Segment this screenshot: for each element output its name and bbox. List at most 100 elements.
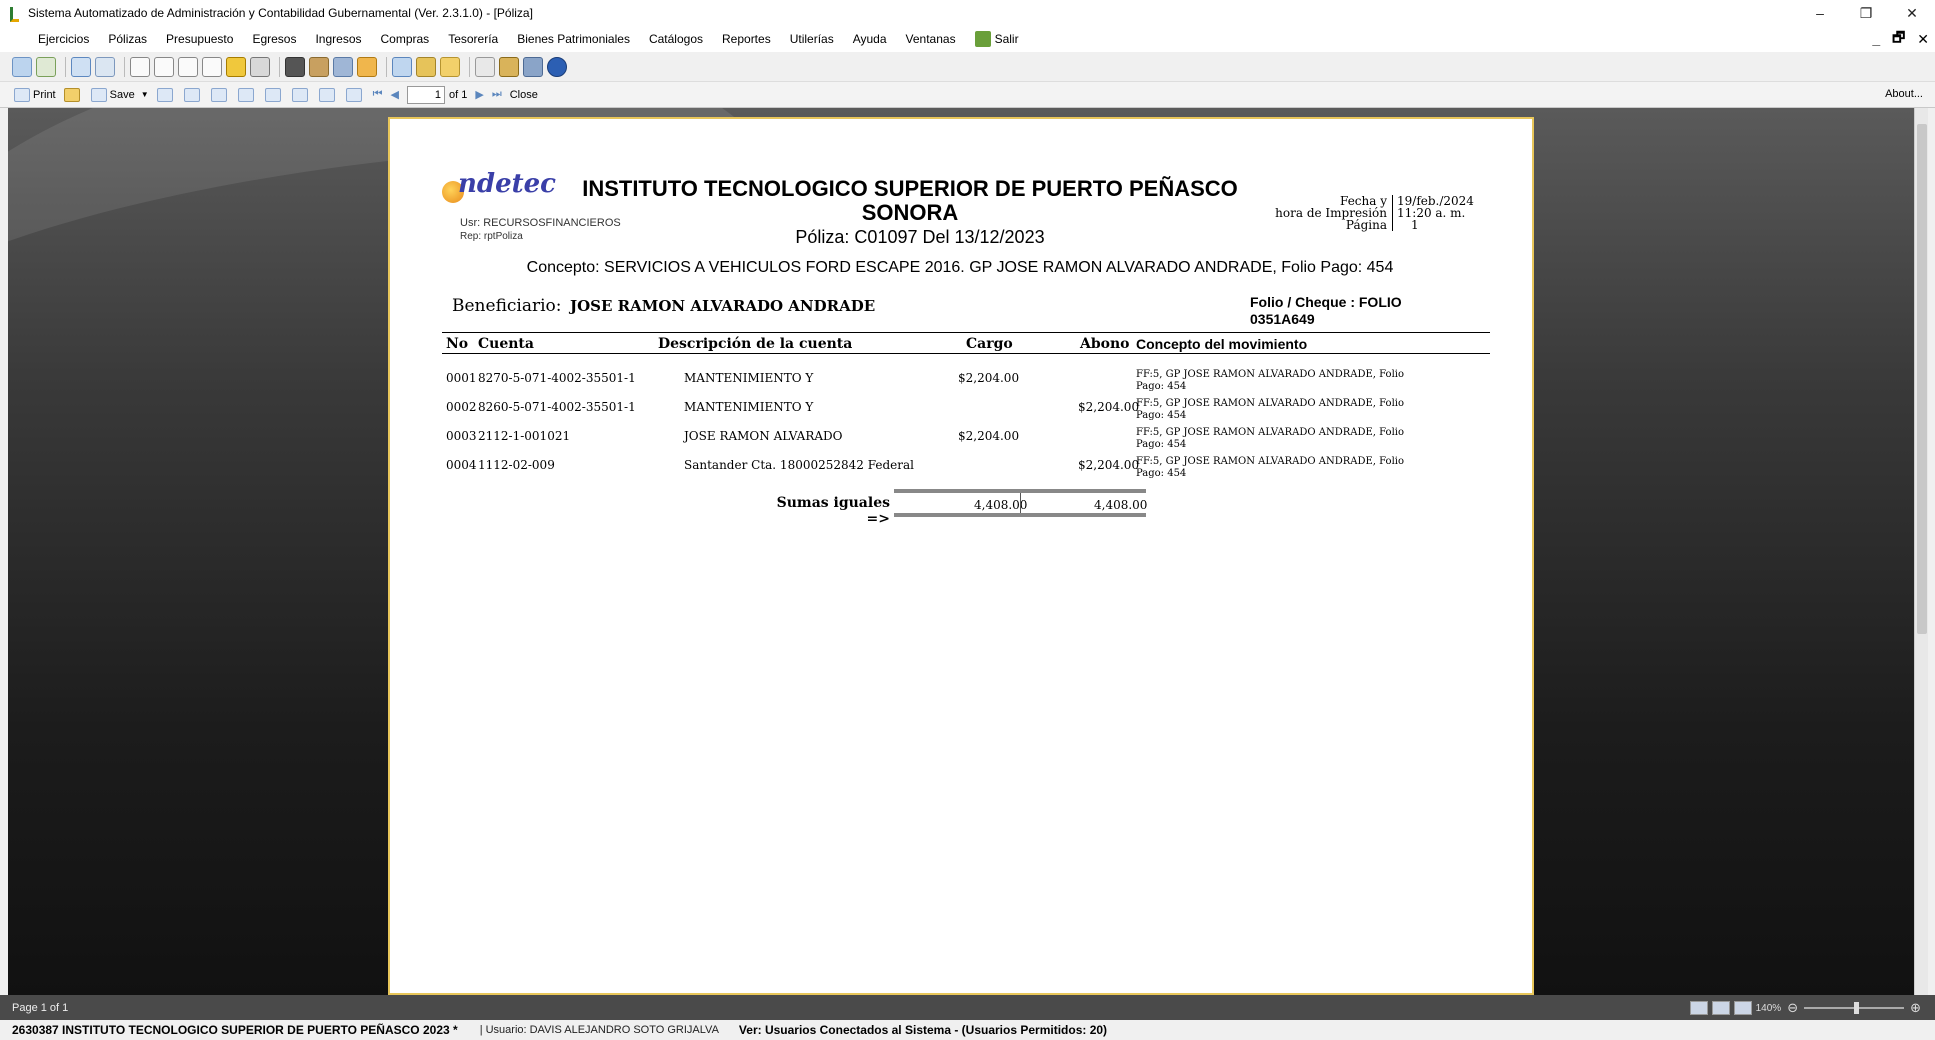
e-icon[interactable] [178,56,198,77]
row-abono: $2,204.00 [1078,400,1140,414]
printer-icon[interactable] [250,56,270,77]
box-icon[interactable] [357,56,377,77]
row-descripcion: Santander Cta. 18000252842 Federal [684,458,915,472]
connected-users-link[interactable]: Ver: Usuarios Conectados al Sistema - (U… [739,1023,1107,1037]
mdi-close-button[interactable]: ✕ [1917,31,1929,48]
row-cuenta: 8270-5-071-4002-35501-1 [478,371,636,385]
grid-icon[interactable] [71,56,91,77]
folio-line1: Folio / Cheque : FOLIO [1250,294,1402,310]
row-descripcion: JOSE RAMON ALVARADO [684,429,843,443]
scrollbar-thumb[interactable] [1917,124,1927,634]
app-menu-icon[interactable] [14,32,28,46]
minimize-button[interactable]: – [1797,0,1843,26]
folio-cheque: Folio / Cheque : FOLIO 0351A649 [1250,294,1450,328]
menu-ejercicios[interactable]: Ejercicios [38,32,89,46]
edit-button[interactable] [264,87,284,102]
menu-ventanas[interactable]: Ventanas [906,32,956,46]
chart-icon[interactable] [416,56,436,77]
row-cargo: $2,204.00 [958,371,1020,385]
save-label: Save [109,88,135,101]
col-cuenta: Cuenta [478,336,534,352]
map-icon[interactable] [440,56,460,77]
edit-icon[interactable] [309,56,329,77]
pe-icon[interactable] [226,56,246,77]
row-no: 0001 [446,371,477,385]
document-add-icon[interactable] [36,56,56,77]
menu-bienes-patrimoniales[interactable]: Bienes Patrimoniales [517,32,630,46]
print-button[interactable]: Print [14,87,56,102]
close-report-button[interactable]: Close [510,89,538,101]
menu-reportes[interactable]: Reportes [722,32,771,46]
two-page-icon[interactable] [1711,1001,1730,1015]
mail-icon [156,87,173,102]
layout-button[interactable] [210,87,230,102]
first-page-button[interactable]: ⏮ [373,88,383,101]
sumas-iguales-label: Sumas iguales => [776,495,890,527]
mdi-restore-button[interactable]: 🗗 [1892,27,1905,51]
single-page-icon[interactable] [1689,1001,1708,1015]
list-icon[interactable] [392,56,412,77]
fit-page-icon [318,87,335,102]
printer-icon [14,87,30,102]
about-link[interactable]: About... [1885,88,1923,100]
calculator-icon[interactable] [523,56,543,77]
zoom-button[interactable] [237,87,257,102]
zoom-slider[interactable] [1804,1002,1905,1014]
row-no: 0004 [446,458,477,472]
folio-line2: 0351A649 [1250,311,1315,327]
main-toolbar [0,52,1935,82]
menu-polizas[interactable]: Pólizas [108,32,147,46]
tree-icon[interactable] [475,56,495,77]
email-button[interactable] [156,87,176,102]
page-number-input[interactable]: 1 [407,85,445,104]
multi-page-icon[interactable] [1733,1001,1752,1015]
open-button[interactable] [63,87,83,102]
col-abono: Abono [1080,336,1130,352]
stack-icon[interactable] [333,56,353,77]
table-row: 0003 2112-1-001021 JOSE RAMON ALVARADO $… [442,427,1490,455]
menu-presupuesto[interactable]: Presupuesto [166,32,233,46]
prev-page-button[interactable]: ◀ [391,88,399,101]
exit-icon [974,31,991,47]
last-page-button[interactable]: ⏭ [492,88,502,101]
vertical-scrollbar[interactable] [1914,108,1928,995]
find-button[interactable] [183,87,203,102]
menu-salir-label: Salir [994,32,1019,46]
d-icon[interactable] [154,56,174,77]
c-icon[interactable] [130,56,150,77]
menu-tesoreria[interactable]: Tesorería [448,32,498,46]
menu-ayuda[interactable]: Ayuda [853,32,887,46]
menu-ingresos[interactable]: Ingresos [315,32,361,46]
refresh-icon[interactable] [12,56,32,77]
menu-compras[interactable]: Compras [381,32,430,46]
table-row: 0004 1112-02-009 Santander Cta. 18000252… [442,456,1490,484]
pagina-value: 1 [1411,218,1419,232]
menu-utilerias[interactable]: Utilerías [790,32,834,46]
row-concepto: FF:5, GP JOSE RAMON ALVARADO ANDRADE, Fo… [1136,369,1404,392]
sumas-divider [1020,493,1021,513]
fit-button[interactable] [318,87,338,102]
p-icon[interactable] [202,56,222,77]
database-icon[interactable] [499,56,519,77]
zoom-out-icon[interactable]: ⊖ [1787,1000,1798,1016]
entity-title-line1: INSTITUTO TECNOLOGICO SUPERIOR DE PUERTO… [582,176,1238,201]
clipboard-icon[interactable] [285,56,305,77]
chevron-down-icon[interactable]: ▼ [141,90,149,99]
menu-egresos[interactable]: Egresos [252,32,296,46]
page-setup-button[interactable] [345,87,365,102]
row-cuenta: 8260-5-071-4002-35501-1 [478,400,636,414]
close-button[interactable]: ✕ [1889,0,1935,26]
mdi-minimize-button[interactable]: _ [1872,31,1880,47]
next-page-button[interactable]: ▶ [475,88,483,101]
menu-salir[interactable]: Salir [974,31,1019,47]
menu-catalogos[interactable]: Catálogos [649,32,703,46]
restore-button[interactable]: ❐ [1843,0,1889,26]
zoom-in-icon[interactable]: ⊕ [1910,1000,1921,1016]
hora-value: 11:20 a. m. [1397,206,1466,220]
print-date-labels: Fecha y hora de Impresión Página [1232,195,1387,231]
help-icon[interactable] [547,56,567,77]
save-button[interactable]: Save ▼ [90,87,149,102]
toolbar-separator [279,56,280,77]
copy-button[interactable] [291,87,311,102]
table-icon[interactable] [95,56,115,77]
